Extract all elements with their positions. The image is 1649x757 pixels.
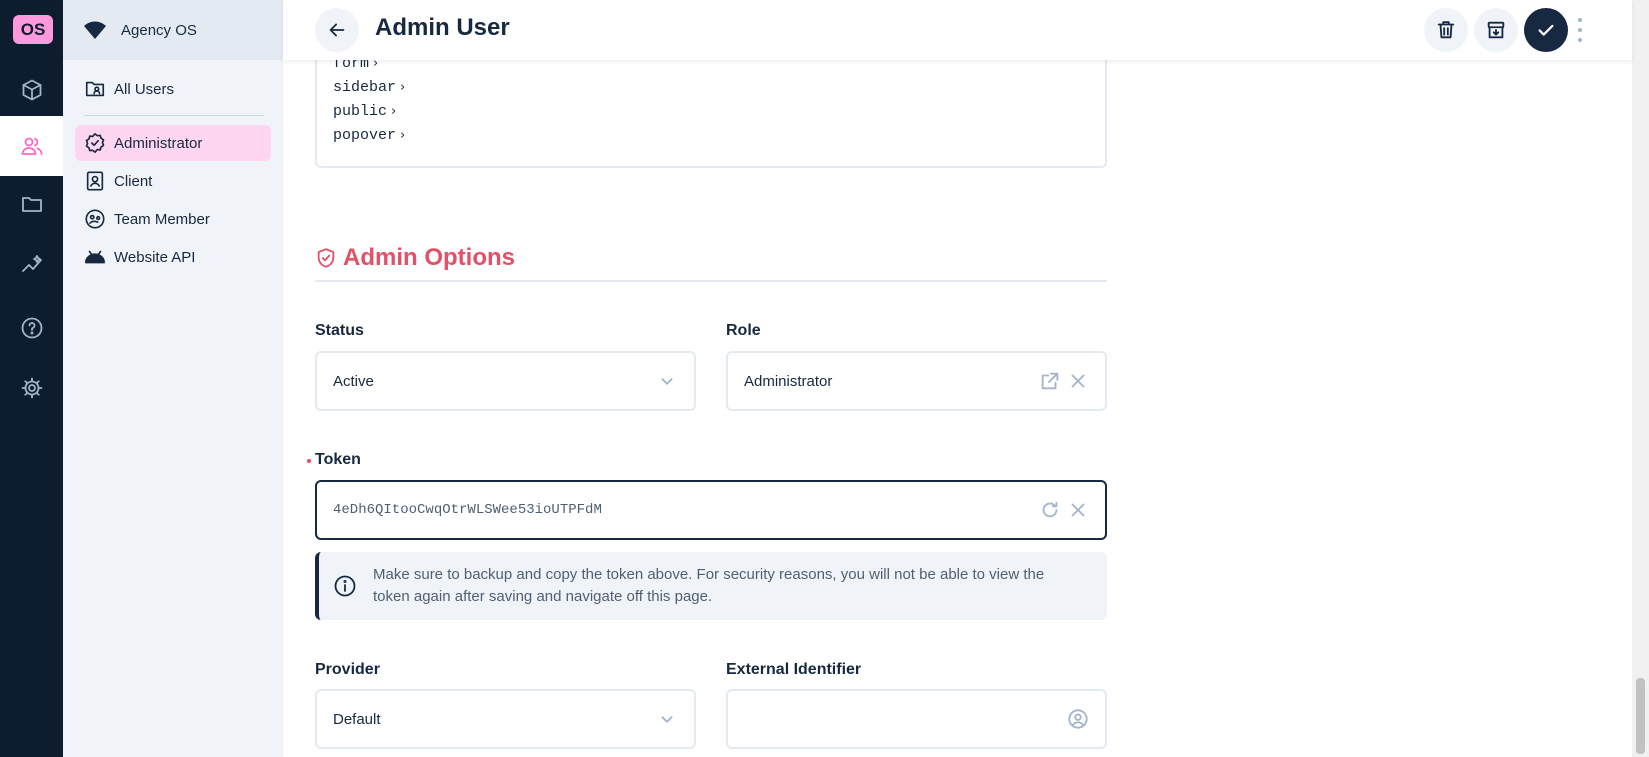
status-value: Active (333, 372, 374, 390)
scrollbar-thumb[interactable] (1636, 678, 1645, 754)
close-icon[interactable] (1067, 499, 1089, 521)
token-value: 4eDh6QItooCwqOtrWLSWee53ioUTPFdM (333, 502, 602, 518)
code-line-popover[interactable]: popover › (333, 126, 405, 146)
provider-label: Provider (315, 661, 380, 678)
code-line-text: popover (333, 127, 397, 144)
section-divider (315, 280, 1107, 282)
role-label: Role (726, 322, 761, 339)
page-scrollbar[interactable] (1632, 0, 1649, 757)
app-logo[interactable]: OS (13, 15, 53, 44)
delete-icon (1437, 21, 1455, 39)
archive-icon (1487, 21, 1505, 39)
token-input[interactable]: 4eDh6QItooCwqOtrWLSWee53ioUTPFdM (315, 480, 1107, 540)
archive-button[interactable] (1474, 8, 1518, 52)
more-vertical-icon (1578, 18, 1582, 22)
nav-item-team-member[interactable]: Team Member (75, 201, 271, 237)
back-icon (329, 23, 345, 37)
cube-icon (22, 79, 41, 101)
provider-select[interactable]: Default (315, 689, 696, 749)
token-notice: Make sure to backup and copy the token a… (315, 552, 1107, 620)
role-value: Administrator (744, 372, 833, 390)
insights-icon (21, 255, 42, 272)
more-options-button[interactable] (1574, 18, 1586, 42)
chevron-down-icon (661, 716, 673, 723)
project-header[interactable]: Agency OS (63, 0, 283, 60)
back-button[interactable] (315, 8, 359, 52)
code-line-text: sidebar (333, 79, 397, 96)
page-header: Admin User (283, 0, 1632, 60)
module-content[interactable] (0, 60, 63, 120)
token-label: Token (315, 451, 361, 468)
nav-item-website-api[interactable]: Website API (75, 239, 271, 275)
module-settings[interactable] (0, 358, 63, 418)
nav-item-label: Website API (114, 248, 196, 266)
module-bar: OS (0, 0, 63, 757)
users-icon (21, 137, 42, 155)
wifi-icon (84, 21, 106, 39)
chevron-right-icon: › (400, 128, 406, 143)
android-icon (85, 250, 105, 264)
settings-icon (21, 377, 42, 399)
section-title: Admin Options (315, 244, 515, 272)
main-content: form › sidebar › public › popover › Admin Op… (283, 0, 1632, 757)
module-help[interactable] (0, 298, 63, 358)
code-line-text: public (333, 103, 388, 120)
info-icon (334, 575, 356, 597)
folder-icon (21, 197, 42, 212)
external-identifier-input[interactable] (726, 689, 1107, 749)
folder-user-icon (85, 81, 105, 97)
chevron-right-icon: › (391, 104, 397, 119)
notice-text: Make sure to backup and copy the token a… (373, 566, 1045, 605)
nav-item-client[interactable]: Client (75, 163, 271, 199)
role-field[interactable]: Administrator (726, 351, 1107, 411)
face-icon (85, 209, 105, 229)
nav-item-label: Client (114, 172, 153, 190)
admin-shield-icon (317, 248, 335, 268)
nav-item-administrator[interactable]: Administrator (75, 125, 271, 161)
project-name: Agency OS (121, 21, 197, 39)
chevron-right-icon: › (400, 80, 406, 95)
close-icon[interactable] (1067, 370, 1089, 392)
open-in-new-icon[interactable] (1039, 370, 1061, 392)
module-insights[interactable] (0, 234, 63, 294)
nav-item-all-users[interactable]: All Users (75, 71, 271, 107)
nav-item-label: All Users (114, 80, 175, 98)
account-circle-icon (1068, 709, 1088, 729)
module-files[interactable] (0, 174, 63, 234)
external-identifier-label: External Identifier (726, 661, 862, 678)
nav-divider (84, 115, 264, 116)
provider-value: Default (333, 710, 381, 728)
code-line-sidebar[interactable]: sidebar › (333, 78, 405, 98)
status-label: Status (315, 322, 364, 339)
required-indicator (307, 459, 311, 463)
page-title: Admin User (375, 14, 510, 41)
module-users[interactable] (0, 116, 63, 176)
verified-badge-icon (85, 133, 105, 153)
nav-item-label: Administrator (114, 134, 203, 152)
save-button[interactable] (1524, 8, 1568, 52)
contact-badge-icon (86, 171, 104, 191)
help-icon (21, 317, 42, 339)
section-title-text: Admin Options (343, 244, 515, 271)
code-line-public[interactable]: public › (333, 102, 396, 122)
delete-button[interactable] (1424, 8, 1468, 52)
chevron-down-icon (661, 378, 673, 385)
status-select[interactable]: Active (315, 351, 696, 411)
navigation-panel: Agency OS All Users Administrator Client… (63, 0, 283, 757)
nav-item-label: Team Member (114, 210, 210, 228)
refresh-icon[interactable] (1039, 499, 1061, 521)
save-check-icon (1538, 24, 1554, 36)
